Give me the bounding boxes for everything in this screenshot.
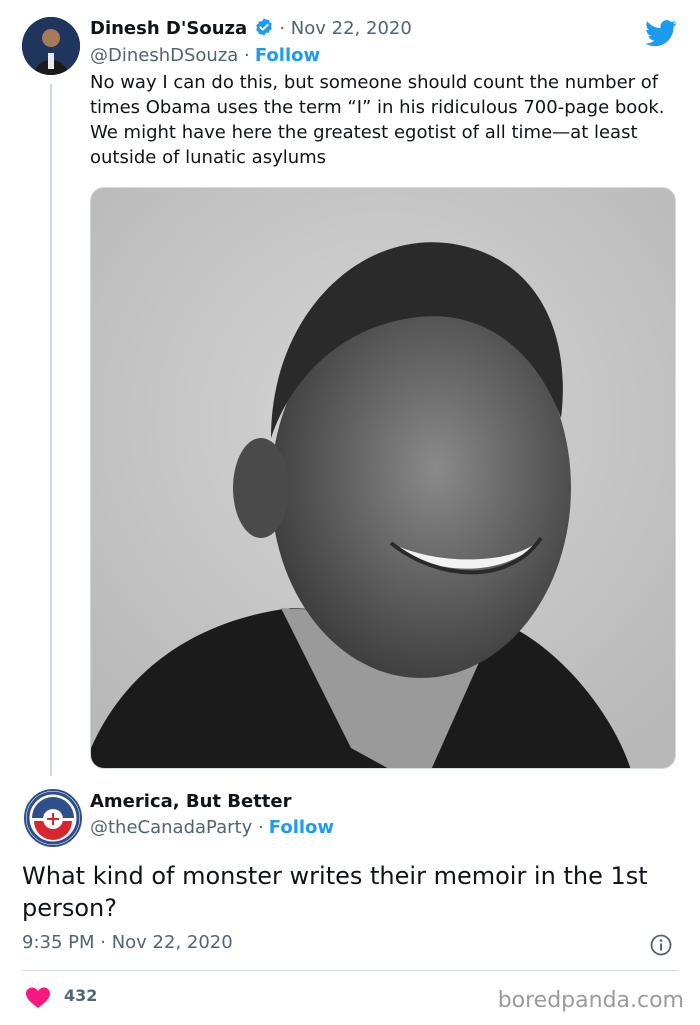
divider xyxy=(22,970,678,971)
heart-icon[interactable] xyxy=(26,987,50,1013)
info-icon[interactable] xyxy=(650,934,672,960)
reply-author-name[interactable]: America, But Better xyxy=(90,791,292,812)
author-handle[interactable]: @DineshDSouza · xyxy=(90,45,250,66)
author-avatar[interactable] xyxy=(22,17,80,75)
reply-author-handle[interactable]: @theCanadaParty · xyxy=(90,817,264,838)
thread-connector xyxy=(50,84,52,776)
reply-header: America, But Better xyxy=(90,791,292,812)
reply-follow-button[interactable]: Follow xyxy=(269,817,334,838)
watermark: boredpanda.com xyxy=(497,988,684,1013)
reply-handle-row: @theCanadaParty · Follow xyxy=(90,817,334,838)
tweet-header: Dinesh D'Souza · Nov 22, 2020 xyxy=(90,17,412,41)
reply-text: What kind of monster writes their memoir… xyxy=(22,862,648,922)
tweet-date[interactable]: · Nov 22, 2020 xyxy=(279,18,411,39)
reply-author-avatar[interactable] xyxy=(24,789,82,847)
author-name[interactable]: Dinesh D'Souza xyxy=(90,18,247,39)
tweet-photo[interactable] xyxy=(90,187,676,769)
follow-button[interactable]: Follow xyxy=(255,45,320,66)
like-count[interactable]: 432 xyxy=(64,986,97,1005)
verified-badge-icon xyxy=(254,17,274,41)
tweet-text: No way I can do this, but someone should… xyxy=(90,72,665,168)
twitter-bird-icon[interactable] xyxy=(645,20,677,51)
tweet-handle-row: @DineshDSouza · Follow xyxy=(90,45,320,66)
reply-timestamp[interactable]: 9:35 PM · Nov 22, 2020 xyxy=(22,932,233,953)
